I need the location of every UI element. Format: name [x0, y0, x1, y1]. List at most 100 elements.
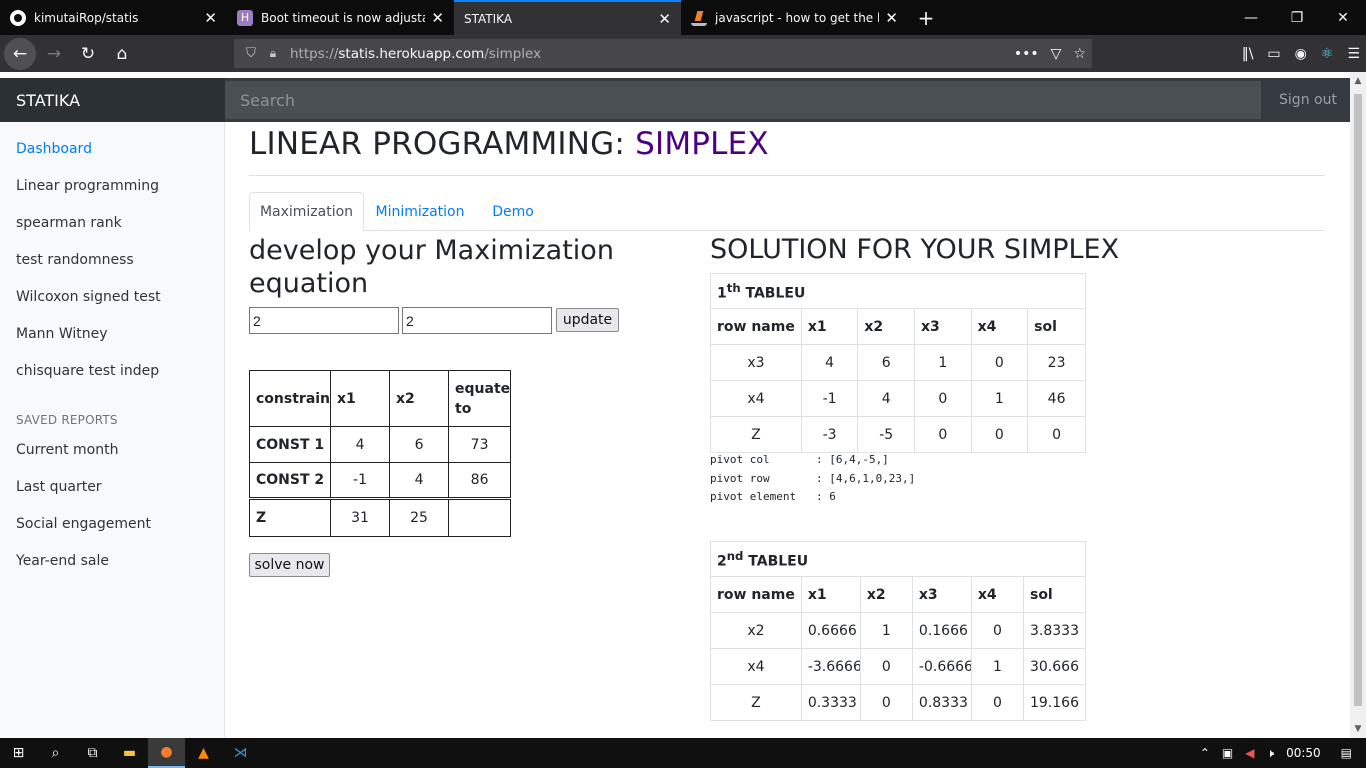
sign-out-link[interactable]: Sign out — [1266, 92, 1350, 108]
coef-cell[interactable]: -1 — [330, 462, 391, 499]
volume-icon[interactable]: 🕨︎ — [1261, 746, 1281, 761]
vlc-icon[interactable]: ▲ — [185, 738, 222, 768]
home-icon[interactable]: ⌂ — [106, 38, 138, 70]
file-explorer-icon[interactable]: ▬ — [111, 738, 148, 768]
tableau-header-row: row name x1 x2 x3 x4 sol — [710, 308, 1086, 345]
rhs-cell[interactable] — [448, 497, 512, 537]
sidebar-item-dashboard[interactable]: Dashboard — [16, 141, 92, 157]
sidebar-item-wilcoxon[interactable]: Wilcoxon signed test — [16, 289, 161, 305]
back-arrow-icon[interactable]: ← — [4, 37, 36, 70]
cell: 1 — [859, 612, 913, 649]
reload-icon[interactable]: ↻ — [72, 38, 104, 70]
sidebar-item-linear-programming[interactable]: Linear programming — [16, 178, 159, 194]
coef-cell[interactable]: 25 — [389, 497, 450, 537]
vscode-icon[interactable]: ⋊ — [222, 738, 259, 768]
saved-reports-heading: SAVED REPORTS — [16, 413, 118, 427]
notification-app-icon[interactable]: ◀ — [1239, 746, 1260, 760]
coef-cell[interactable]: 4 — [330, 426, 391, 463]
tab-maximization[interactable]: Maximization — [249, 192, 364, 231]
close-window-icon[interactable]: ✕ — [1320, 0, 1366, 35]
close-tab-icon[interactable]: ✕ — [204, 9, 217, 27]
network-icon[interactable]: ▣ — [1216, 746, 1239, 760]
cell: 0 — [970, 612, 1024, 649]
forward-arrow-icon[interactable]: → — [38, 38, 70, 70]
sidebar-item-mann-witney[interactable]: Mann Witney — [16, 326, 108, 342]
new-tab-button[interactable]: + — [908, 0, 944, 35]
sidebar-item-chisquare[interactable]: chisquare test indep — [16, 363, 159, 379]
tableau-title: 2nd TABLEU — [710, 541, 1086, 577]
search-input[interactable]: Search — [225, 81, 1261, 119]
task-view-icon[interactable]: ⧉ — [74, 738, 111, 768]
sidebar-item-last-quarter[interactable]: Last quarter — [16, 479, 102, 495]
account-icon[interactable]: ◉ — [1295, 46, 1307, 62]
cell: 0 — [913, 416, 972, 453]
tray-chevron-icon[interactable]: ⌃ — [1194, 746, 1216, 760]
sidebar-item-spearman-rank[interactable]: spearman rank — [16, 215, 122, 231]
solve-now-button[interactable]: solve now — [249, 553, 330, 577]
windows-taskbar: ⊞ ⌕ ⧉ ▬ ● ▲ ⋊ ⌃ ▣ ◀ 🕨︎ 00:50 ▤ — [0, 738, 1366, 768]
cell: 1 — [913, 344, 972, 381]
objective-label: Z — [248, 497, 332, 537]
bookmark-star-icon[interactable]: ☆ — [1073, 46, 1086, 62]
tableau-row: x4 -1 4 0 1 46 — [710, 380, 1086, 417]
search-icon[interactable]: ⌕ — [37, 738, 74, 768]
tableau-row: x3 4 6 1 0 23 — [710, 344, 1086, 381]
brand-logo[interactable]: STATIKA — [0, 78, 225, 122]
tab-demo[interactable]: Demo — [483, 192, 543, 231]
more-actions-icon[interactable]: ••• — [1014, 46, 1039, 62]
browser-tab-stackoverflow[interactable]: javascript - how to get the last ✕ — [681, 0, 908, 35]
coef-cell[interactable]: 6 — [389, 426, 450, 463]
action-center-icon[interactable]: ▤ — [1327, 746, 1366, 760]
tableau-header-row: row name x1 x2 x3 x4 sol — [710, 576, 1087, 613]
cell: -3 — [800, 416, 859, 453]
coef-cell[interactable]: 31 — [330, 497, 391, 537]
cell: -1 — [800, 380, 859, 417]
cell: 0 — [970, 684, 1024, 721]
page-scrollbar[interactable]: ▲ ▼ — [1350, 72, 1366, 738]
close-tab-icon[interactable]: ✕ — [658, 10, 671, 28]
url-text[interactable]: https://statis.herokuapp.com/simplex — [290, 46, 541, 62]
menu-icon[interactable]: ☰ — [1347, 46, 1360, 62]
scroll-down-icon[interactable]: ▼ — [1350, 724, 1366, 734]
cell: 30.666 — [1022, 648, 1087, 685]
variable-count-input[interactable] — [249, 307, 399, 334]
close-tab-icon[interactable]: ✕ — [885, 9, 898, 27]
sidebar-item-social-engagement[interactable]: Social engagement — [16, 516, 151, 532]
sidebar-item-current-month[interactable]: Current month — [16, 442, 118, 458]
sidebar-toggle-icon[interactable]: ▭ — [1267, 46, 1280, 62]
shield-icon[interactable]: ⛉ — [240, 46, 262, 61]
sidebar-item-year-end-sale[interactable]: Year-end sale — [16, 553, 109, 569]
table-row: CONST 2 -1 4 86 — [248, 462, 512, 499]
browser-tab-heroku[interactable]: H Boot timeout is now adjustable ✕ — [227, 0, 454, 35]
scroll-up-icon[interactable]: ▲ — [1350, 76, 1366, 86]
cell: 23 — [1027, 344, 1086, 381]
clock[interactable]: 00:50 — [1280, 746, 1327, 760]
tableau-row: Z -3 -5 0 0 0 — [710, 416, 1086, 453]
pivot-col: pivot col : [6,4,-5,] — [710, 453, 889, 466]
tableau-row: x4 -3.6666 0 -0.6666 1 30.666 — [710, 648, 1087, 685]
page-title-accent: SIMPLEX — [635, 126, 769, 162]
windows-start-icon[interactable]: ⊞ — [0, 738, 37, 768]
sidebar-item-test-randomness[interactable]: test randomness — [16, 252, 134, 268]
restore-icon[interactable]: ❐ — [1274, 0, 1320, 35]
close-tab-icon[interactable]: ✕ — [431, 9, 444, 27]
rhs-cell[interactable]: 73 — [448, 426, 512, 463]
tab-minimization[interactable]: Minimization — [369, 192, 471, 231]
browser-tab-github[interactable]: kimutaiRop/statis ✕ — [0, 0, 227, 35]
react-devtools-icon[interactable]: ⚛ — [1321, 46, 1334, 62]
firefox-icon[interactable]: ● — [148, 738, 185, 768]
row-name: x3 — [710, 344, 802, 381]
scrollbar-thumb[interactable] — [1354, 94, 1362, 706]
lock-icon[interactable]: 🔒︎ — [262, 46, 284, 61]
pocket-icon[interactable]: ▽ — [1051, 46, 1062, 62]
rhs-cell[interactable]: 86 — [448, 462, 512, 499]
browser-tab-statika[interactable]: STATIKA ✕ — [454, 0, 681, 35]
constraint-count-input[interactable] — [402, 307, 552, 334]
url-actions: ••• ▽ ☆ — [1014, 39, 1086, 68]
coef-cell[interactable]: 4 — [389, 462, 450, 499]
url-bar[interactable]: ⛉ 🔒︎ https://statis.herokuapp.com/simple… — [234, 39, 1092, 68]
cell: -3.6666 — [800, 648, 861, 685]
minimize-icon[interactable]: — — [1228, 0, 1274, 35]
library-icon[interactable]: ‖\ — [1242, 46, 1254, 62]
update-button[interactable]: update — [556, 308, 619, 332]
